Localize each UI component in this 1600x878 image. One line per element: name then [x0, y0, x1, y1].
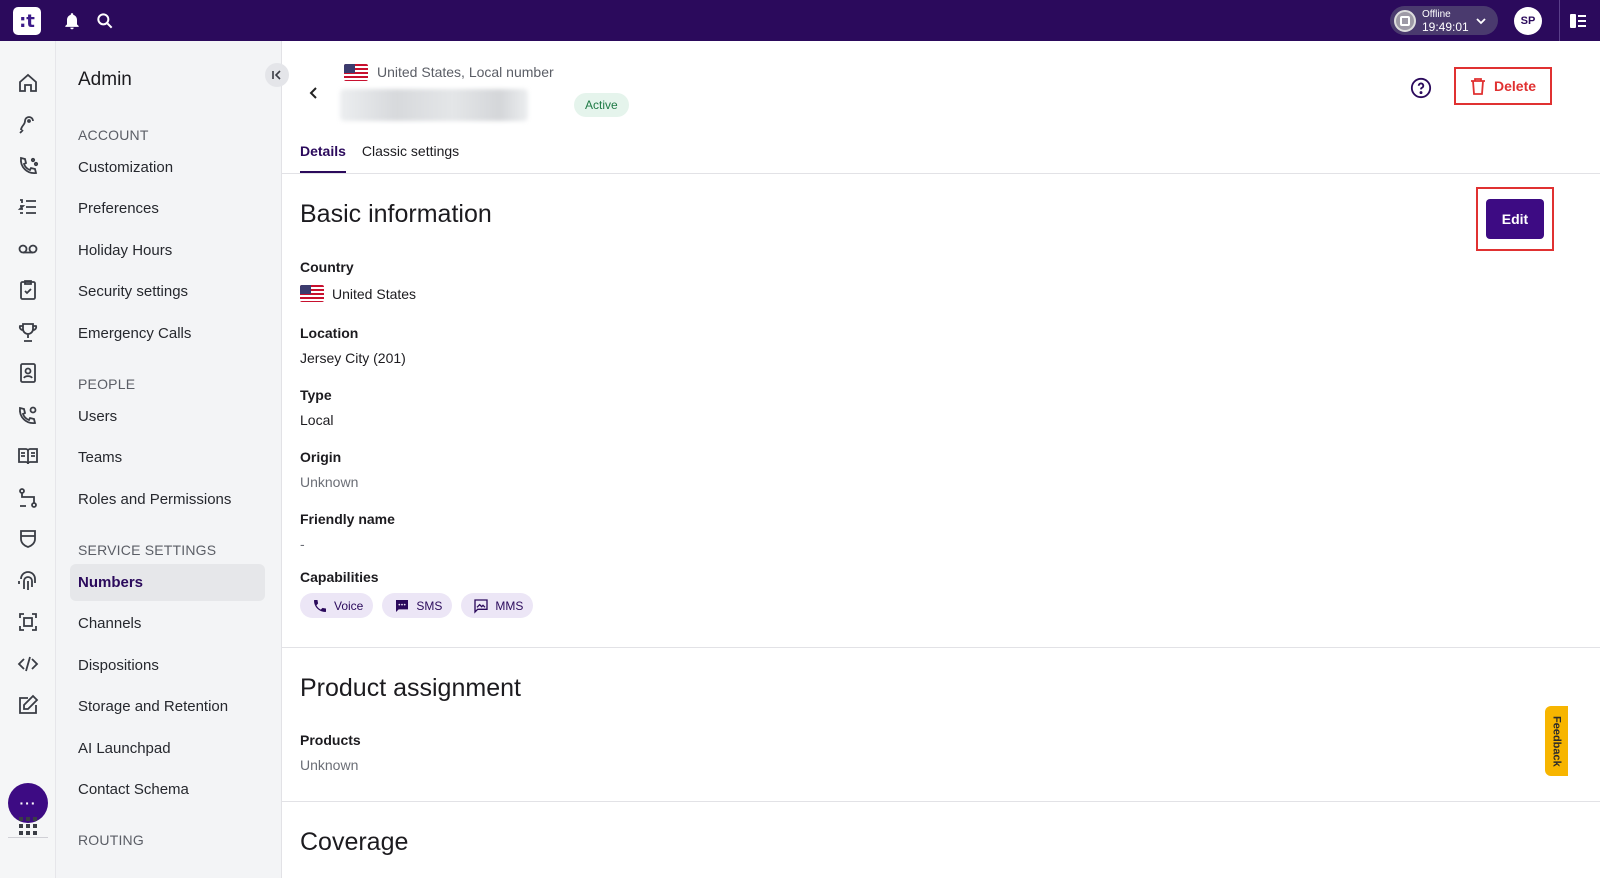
agent-status-selector[interactable]: Offline 19:49:01	[1390, 6, 1498, 35]
nav-item-contact-schema[interactable]: Contact Schema	[70, 771, 265, 808]
section-divider	[282, 647, 1600, 648]
code-icon[interactable]	[16, 652, 40, 676]
status-badge: Active	[574, 93, 629, 117]
capabilities-chips: Voice SMS MMS	[300, 593, 534, 618]
user-avatar[interactable]: SP	[1514, 7, 1542, 35]
conversations-icon[interactable]	[16, 112, 40, 136]
nav-item-preferences[interactable]: Preferences	[70, 190, 265, 227]
nav-item-storage-retention[interactable]: Storage and Retention	[70, 688, 265, 725]
country-label: Country	[300, 259, 354, 275]
phone-icon	[314, 599, 326, 612]
tab-details[interactable]: Details	[300, 143, 346, 174]
nav-item-roles-permissions[interactable]: Roles and Permissions	[70, 481, 265, 518]
status-timer: 19:49:01	[1422, 19, 1469, 34]
nav-section-service-settings: SERVICE SETTINGS	[78, 542, 217, 558]
edit-note-icon[interactable]	[16, 693, 40, 717]
main-content: United States, Local number Active Delet…	[282, 41, 1600, 878]
nav-item-users[interactable]: Users	[70, 398, 265, 435]
routing-flow-icon[interactable]	[16, 486, 40, 510]
status-label: Offline	[1422, 8, 1451, 20]
home-icon[interactable]	[16, 71, 40, 95]
edit-highlight: Edit	[1476, 187, 1554, 251]
bell-icon[interactable]	[62, 11, 82, 31]
section-divider	[282, 801, 1600, 802]
back-arrow-icon[interactable]	[304, 83, 324, 103]
knowledge-book-icon[interactable]	[16, 444, 40, 468]
nav-item-customization[interactable]: Customization	[70, 149, 265, 186]
feedback-tab[interactable]: Feedback	[1545, 706, 1568, 776]
products-value: Unknown	[300, 757, 359, 773]
detail-tabs: Details Classic settings	[300, 143, 459, 174]
capability-chip-voice: Voice	[300, 593, 374, 618]
type-value: Local	[300, 412, 334, 428]
fingerprint-icon[interactable]	[16, 569, 40, 593]
delete-button[interactable]: Delete	[1454, 67, 1552, 105]
phone-activity-icon[interactable]	[16, 154, 40, 178]
capability-chip-sms: SMS	[382, 593, 453, 618]
mms-image-icon	[474, 598, 489, 614]
phone-number-redacted	[340, 89, 528, 121]
type-label: Type	[300, 387, 332, 403]
origin-value: Unknown	[300, 474, 359, 490]
app-icon-rail: ···	[0, 41, 56, 878]
nav-item-security-settings[interactable]: Security settings	[70, 273, 265, 310]
contacts-book-icon[interactable]	[16, 361, 40, 385]
phone-settings-icon[interactable]	[16, 403, 40, 427]
search-icon[interactable]	[95, 11, 115, 31]
queue-list-icon[interactable]	[16, 195, 40, 219]
location-value: Jersey City (201)	[300, 350, 406, 366]
tabs-divider	[282, 173, 1600, 174]
nav-section-routing: ROUTING	[78, 832, 144, 848]
nav-item-emergency-calls[interactable]: Emergency Calls	[70, 315, 265, 352]
section-title-basic-info: Basic information	[300, 200, 492, 228]
nav-item-teams[interactable]: Teams	[70, 439, 265, 476]
admin-nav: Admin ACCOUNT Customization Preferences …	[56, 41, 289, 878]
friendly-name-value: -	[300, 536, 305, 552]
sms-icon	[396, 599, 409, 612]
capabilities-label: Capabilities	[300, 569, 379, 585]
topbar-divider	[1559, 0, 1560, 41]
products-label: Products	[300, 732, 361, 748]
delete-label: Delete	[1494, 78, 1537, 94]
capability-sms-label: SMS	[416, 598, 443, 613]
screen-capture-icon[interactable]	[16, 610, 40, 634]
nav-title: Admin	[78, 69, 132, 90]
side-panel-icon[interactable]	[1569, 12, 1587, 30]
top-bar: :t Offline 19:49:01 SP	[0, 0, 1600, 41]
number-subtitle: United States, Local number	[377, 64, 554, 80]
us-flag-icon	[344, 64, 368, 81]
capability-mms-label: MMS	[495, 598, 524, 613]
country-value: United States	[300, 285, 416, 302]
nav-section-people: PEOPLE	[78, 376, 136, 392]
location-label: Location	[300, 325, 359, 341]
nav-item-holiday-hours[interactable]: Holiday Hours	[70, 232, 265, 269]
friendly-name-label: Friendly name	[300, 511, 395, 527]
help-icon[interactable]	[1410, 77, 1432, 99]
section-title-coverage: Coverage	[300, 828, 409, 856]
nav-item-channels[interactable]: Channels	[70, 605, 265, 642]
country-text: United States	[332, 285, 417, 302]
nav-item-ai-launchpad[interactable]: AI Launchpad	[70, 730, 265, 767]
nav-section-account: ACCOUNT	[78, 127, 149, 143]
section-title-product-assignment: Product assignment	[300, 674, 521, 702]
us-flag-icon	[300, 285, 324, 302]
app-grid-icon[interactable]	[16, 814, 40, 838]
origin-label: Origin	[300, 449, 342, 465]
app-logo[interactable]: :t	[13, 7, 41, 35]
tab-classic-settings[interactable]: Classic settings	[362, 143, 459, 174]
voicemail-icon[interactable]	[16, 237, 40, 261]
clipboard-icon[interactable]	[16, 278, 40, 302]
trash-icon	[1471, 78, 1485, 95]
nav-item-numbers[interactable]: Numbers	[70, 564, 265, 601]
edit-button[interactable]: Edit	[1486, 199, 1544, 239]
nav-item-dispositions[interactable]: Dispositions	[70, 647, 265, 684]
offline-status-icon	[1394, 9, 1416, 32]
trophy-icon[interactable]	[16, 320, 40, 344]
capability-chip-mms: MMS	[461, 593, 534, 618]
capability-voice-label: Voice	[334, 598, 364, 613]
chevron-down-icon	[1476, 17, 1486, 24]
shield-icon[interactable]	[16, 527, 40, 551]
